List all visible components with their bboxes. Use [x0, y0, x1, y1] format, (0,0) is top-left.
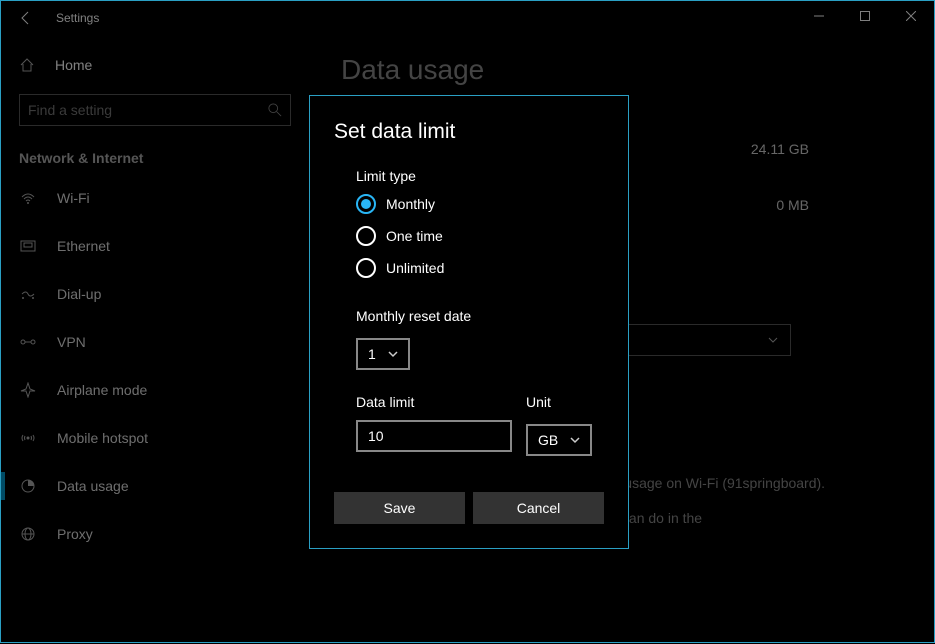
wifi-icon: [19, 189, 37, 207]
sidebar-item-label: Wi-Fi: [57, 190, 90, 206]
dialup-icon: [19, 285, 37, 303]
reset-date-select[interactable]: 1: [356, 338, 410, 370]
sidebar-item-label: Mobile hotspot: [57, 430, 148, 446]
ethernet-icon: [19, 237, 37, 255]
radio-icon: [356, 194, 376, 214]
radio-unlimited[interactable]: Unlimited: [356, 258, 604, 278]
search-field[interactable]: [28, 102, 268, 118]
sidebar-home-label: Home: [55, 57, 92, 73]
search-input[interactable]: [19, 94, 291, 126]
titlebar: Settings: [1, 1, 934, 34]
sidebar-item-label: Proxy: [57, 526, 93, 542]
chevron-down-icon: [570, 435, 580, 445]
save-button[interactable]: Save: [334, 492, 465, 524]
maximize-icon: [860, 11, 870, 21]
chevron-down-icon: [388, 349, 398, 359]
select-value: GB: [538, 432, 558, 448]
sidebar-item-proxy[interactable]: Proxy: [1, 510, 311, 558]
minimize-button[interactable]: [796, 1, 842, 31]
sidebar-item-dialup[interactable]: Dial-up: [1, 270, 311, 318]
radio-label: Unlimited: [386, 260, 444, 276]
back-button[interactable]: [1, 1, 51, 34]
cancel-button[interactable]: Cancel: [473, 492, 604, 524]
airplane-icon: [19, 381, 37, 399]
radio-label: One time: [386, 228, 443, 244]
radio-icon: [356, 226, 376, 246]
sidebar-home[interactable]: Home: [1, 44, 311, 86]
set-data-limit-dialog: Set data limit Limit type Monthly One ti…: [309, 95, 629, 549]
reset-date-label: Monthly reset date: [356, 308, 604, 324]
radio-onetime[interactable]: One time: [356, 226, 604, 246]
select-value: 1: [368, 346, 376, 362]
chevron-down-icon: [768, 335, 778, 345]
sidebar-item-airplane[interactable]: Airplane mode: [1, 366, 311, 414]
window-title: Settings: [56, 11, 99, 25]
proxy-icon: [19, 525, 37, 543]
close-button[interactable]: [888, 1, 934, 31]
sidebar-section-header: Network & Internet: [1, 142, 311, 174]
sidebar-item-label: Dial-up: [57, 286, 101, 302]
vpn-icon: [19, 333, 37, 351]
sidebar-item-label: Data usage: [57, 478, 129, 494]
data-limit-label: Data limit: [356, 394, 512, 410]
dialog-title: Set data limit: [334, 120, 604, 144]
sidebar: Home Network & Internet Wi-Fi Ethernet D…: [1, 34, 311, 644]
close-icon: [906, 11, 916, 21]
sidebar-item-label: Airplane mode: [57, 382, 147, 398]
hotspot-icon: [19, 429, 37, 447]
sidebar-item-label: Ethernet: [57, 238, 110, 254]
limit-type-label: Limit type: [356, 168, 604, 184]
sidebar-item-label: VPN: [57, 334, 86, 350]
page-title: Data usage: [341, 54, 904, 86]
sidebar-item-vpn[interactable]: VPN: [1, 318, 311, 366]
maximize-button[interactable]: [842, 1, 888, 31]
sidebar-item-ethernet[interactable]: Ethernet: [1, 222, 311, 270]
home-icon: [19, 57, 35, 73]
datausage-icon: [19, 477, 37, 495]
search-icon: [268, 103, 282, 117]
sidebar-item-wifi[interactable]: Wi-Fi: [1, 174, 311, 222]
sidebar-item-datausage[interactable]: Data usage: [1, 462, 311, 510]
radio-monthly[interactable]: Monthly: [356, 194, 604, 214]
minimize-icon: [814, 11, 824, 21]
sidebar-item-hotspot[interactable]: Mobile hotspot: [1, 414, 311, 462]
unit-select[interactable]: GB: [526, 424, 592, 456]
unit-label: Unit: [526, 394, 592, 410]
data-limit-input[interactable]: [356, 420, 512, 452]
radio-icon: [356, 258, 376, 278]
arrow-left-icon: [18, 10, 34, 26]
radio-label: Monthly: [386, 196, 435, 212]
